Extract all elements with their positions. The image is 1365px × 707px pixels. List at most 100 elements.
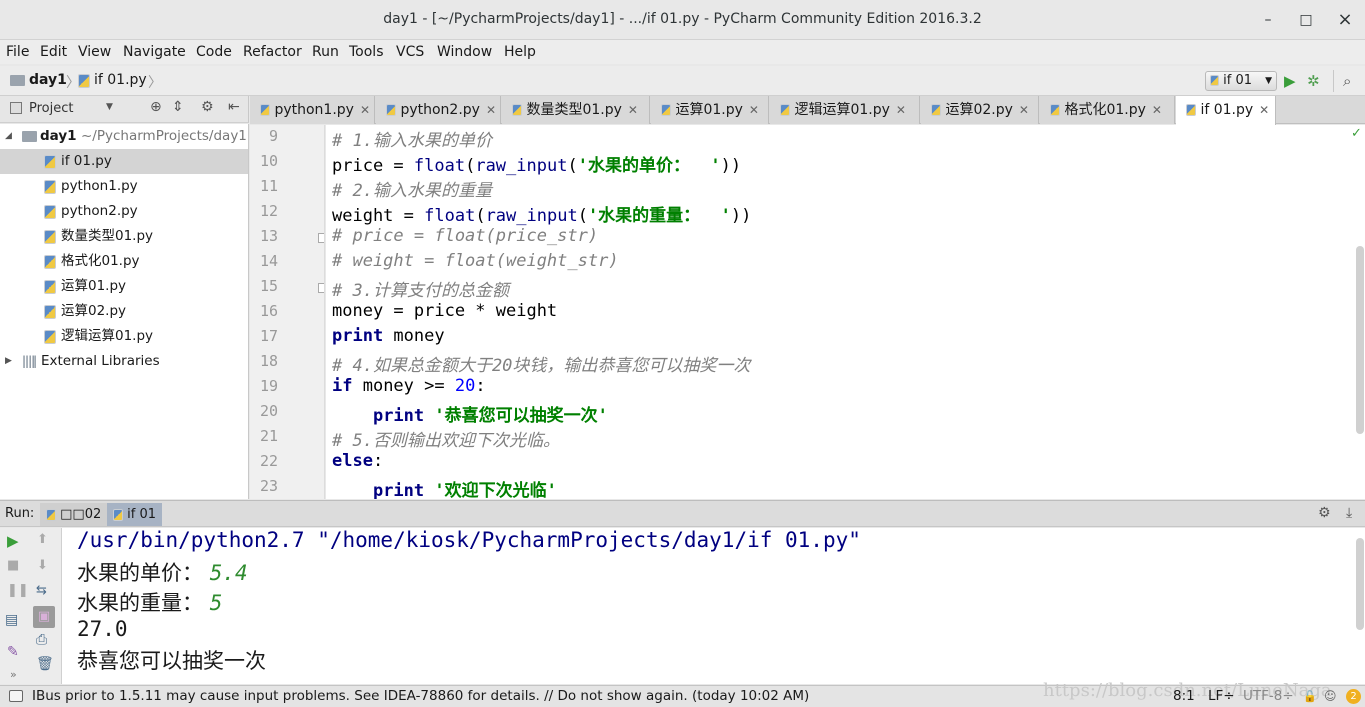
caret-position[interactable]: 8:1 [1173,686,1195,707]
expanded-arrow-icon[interactable]: ◢ [5,124,12,149]
fold-icon[interactable] [318,283,324,293]
scroll-to-end-icon[interactable]: ▣ [33,606,55,628]
status-message[interactable]: IBus prior to 1.5.11 may cause input pro… [32,686,809,707]
project-panel-title[interactable]: Project [29,101,73,116]
code-line[interactable]: # 5.否则输出欢迎下次光临。 [332,426,560,451]
code-line[interactable]: weight = float(raw_input('水果的重量： ')) [332,201,751,226]
menu-refactor[interactable]: Refactor [243,44,302,60]
notifications-badge[interactable]: 2 [1346,689,1361,704]
tab-yunsuan02[interactable]: 运算02.py ✕ [921,96,1039,124]
menu-help[interactable]: Help [504,44,536,60]
arrow-up-icon[interactable]: ⬆ [37,532,48,547]
close-window-button[interactable]: × [1335,10,1355,30]
print-icon[interactable]: ⎙ [36,632,47,648]
rerun-icon[interactable]: ▶ [7,532,19,550]
tree-root-day1[interactable]: ◢ day1 ~/PycharmProjects/day1 [0,124,248,149]
menu-vcs[interactable]: VCS [396,44,424,60]
lock-icon[interactable]: 🔓 [1303,686,1317,707]
code-line[interactable]: # 3.计算支付的总金额 [332,276,509,301]
arrow-down-icon[interactable]: ⬇ [37,558,48,573]
code-line[interactable]: print '恭喜您可以抽奖一次' [332,401,608,426]
code-line[interactable]: else: [332,451,383,471]
code-line[interactable]: # 2.输入水果的重量 [332,176,492,201]
tree-item-file[interactable]: 逻辑运算01.py [0,324,248,349]
code-editor[interactable]: # 1.输入水果的单价 price = float(raw_input('水果的单… [326,125,1365,499]
tab-luojiyunsuan01[interactable]: 逻辑运算01.py ✕ [770,96,920,124]
code-line[interactable]: if money >= 20: [332,376,486,396]
collapse-icon[interactable]: ⇕ [172,99,184,115]
tree-item-file[interactable]: if 01.py [0,149,248,174]
code-line[interactable]: price = float(raw_input('水果的单价： ')) [332,151,741,176]
hide-panel-icon[interactable]: ⤓ [1346,505,1352,521]
gear-icon[interactable]: ⚙ [201,99,214,115]
play-icon[interactable]: ▶ [1284,72,1296,90]
close-tab-icon[interactable]: ✕ [1259,103,1269,117]
menu-run[interactable]: Run [312,44,339,60]
tree-item-file[interactable]: 运算01.py [0,274,248,299]
menu-navigate[interactable]: Navigate [123,44,186,60]
menu-code[interactable]: Code [196,44,232,60]
close-tab-icon[interactable]: ✕ [896,103,906,117]
fold-icon[interactable] [318,233,324,243]
tree-item-file[interactable]: python1.py [0,174,248,199]
close-tab-icon[interactable]: ✕ [486,103,496,117]
pin-icon[interactable]: ✎ [7,644,19,660]
tab-python1[interactable]: python1.py ✕ [250,96,375,124]
layout-icon[interactable]: ▤ [5,612,18,628]
editor-scrollbar[interactable] [1356,246,1364,434]
search-icon[interactable]: ⌕ [1343,72,1351,90]
code-token: '水果的重量： ' [587,206,731,226]
tab-python2[interactable]: python2.py ✕ [376,96,501,124]
menu-edit[interactable]: Edit [40,44,67,60]
run-tab-02[interactable]: □□02 [40,503,108,526]
run-configuration-select[interactable]: if 01 ▼ [1205,71,1277,91]
breadcrumb-project[interactable]: day1 [29,72,67,88]
console-output[interactable]: /usr/bin/python2.7 "/home/kiosk/PycharmP… [62,528,1365,684]
tab-geshihua01[interactable]: 格式化01.py ✕ [1040,96,1175,124]
console-scrollbar[interactable] [1356,538,1364,630]
chevron-down-icon[interactable]: ▼ [106,102,113,112]
menu-file[interactable]: File [6,44,29,60]
bug-icon[interactable]: ✲ [1307,72,1320,90]
pause-icon[interactable]: ❚❚ [7,583,29,598]
breadcrumb-file[interactable]: if 01.py [94,72,147,88]
tab-yunsuan01[interactable]: 运算01.py ✕ [651,96,769,124]
minimize-button[interactable]: – [1258,10,1278,30]
gear-icon[interactable]: ⚙ [1318,505,1331,521]
file-encoding[interactable]: UTF-8÷ [1243,686,1294,707]
tool-window-icon[interactable] [9,690,23,702]
tree-item-external-libraries[interactable]: ▶ |||‖ External Libraries [0,349,248,374]
more-icon[interactable]: » [10,668,17,681]
menu-tools[interactable]: Tools [349,44,384,60]
code-line[interactable]: # price = float(price_str) [332,226,598,246]
tree-item-file[interactable]: python2.py [0,199,248,224]
hide-panel-icon[interactable]: ⇤ [228,99,240,115]
menu-view[interactable]: View [78,44,111,60]
menu-window[interactable]: Window [437,44,492,60]
target-icon[interactable]: ⊕ [150,99,162,115]
line-separator[interactable]: LF÷ [1208,686,1235,707]
close-tab-icon[interactable]: ✕ [628,103,638,117]
close-tab-icon[interactable]: ✕ [749,103,759,117]
stop-icon[interactable]: ■ [7,558,19,573]
close-tab-icon[interactable]: ✕ [360,103,370,117]
code-line[interactable]: # 1.输入水果的单价 [332,126,492,151]
code-line[interactable]: money = price * weight [332,301,557,321]
close-tab-icon[interactable]: ✕ [1019,103,1029,117]
tree-item-file[interactable]: 运算02.py [0,299,248,324]
code-line[interactable]: print money [332,326,445,346]
code-line[interactable]: # 4.如果总金额大于20块钱，输出恭喜您可以抽奖一次 [332,351,750,376]
code-line[interactable]: # weight = float(weight_str) [332,251,619,271]
code-line[interactable]: print '欢迎下次光临' [332,476,557,499]
soft-wrap-icon[interactable]: ⇆ [36,583,47,598]
tab-shuliangleixing01[interactable]: 数量类型01.py ✕ [502,96,650,124]
run-tab-if01[interactable]: if 01 [107,503,163,526]
tree-item-file[interactable]: 格式化01.py [0,249,248,274]
close-tab-icon[interactable]: ✕ [1152,103,1162,117]
tree-item-file[interactable]: 数量类型01.py [0,224,248,249]
tab-if01[interactable]: if 01.py ✕ [1176,96,1276,125]
inspector-icon[interactable]: ☺ [1324,686,1337,707]
trash-icon[interactable]: 🗑 [36,656,54,672]
collapsed-arrow-icon[interactable]: ▶ [5,349,12,374]
maximize-button[interactable]: □ [1296,10,1316,30]
